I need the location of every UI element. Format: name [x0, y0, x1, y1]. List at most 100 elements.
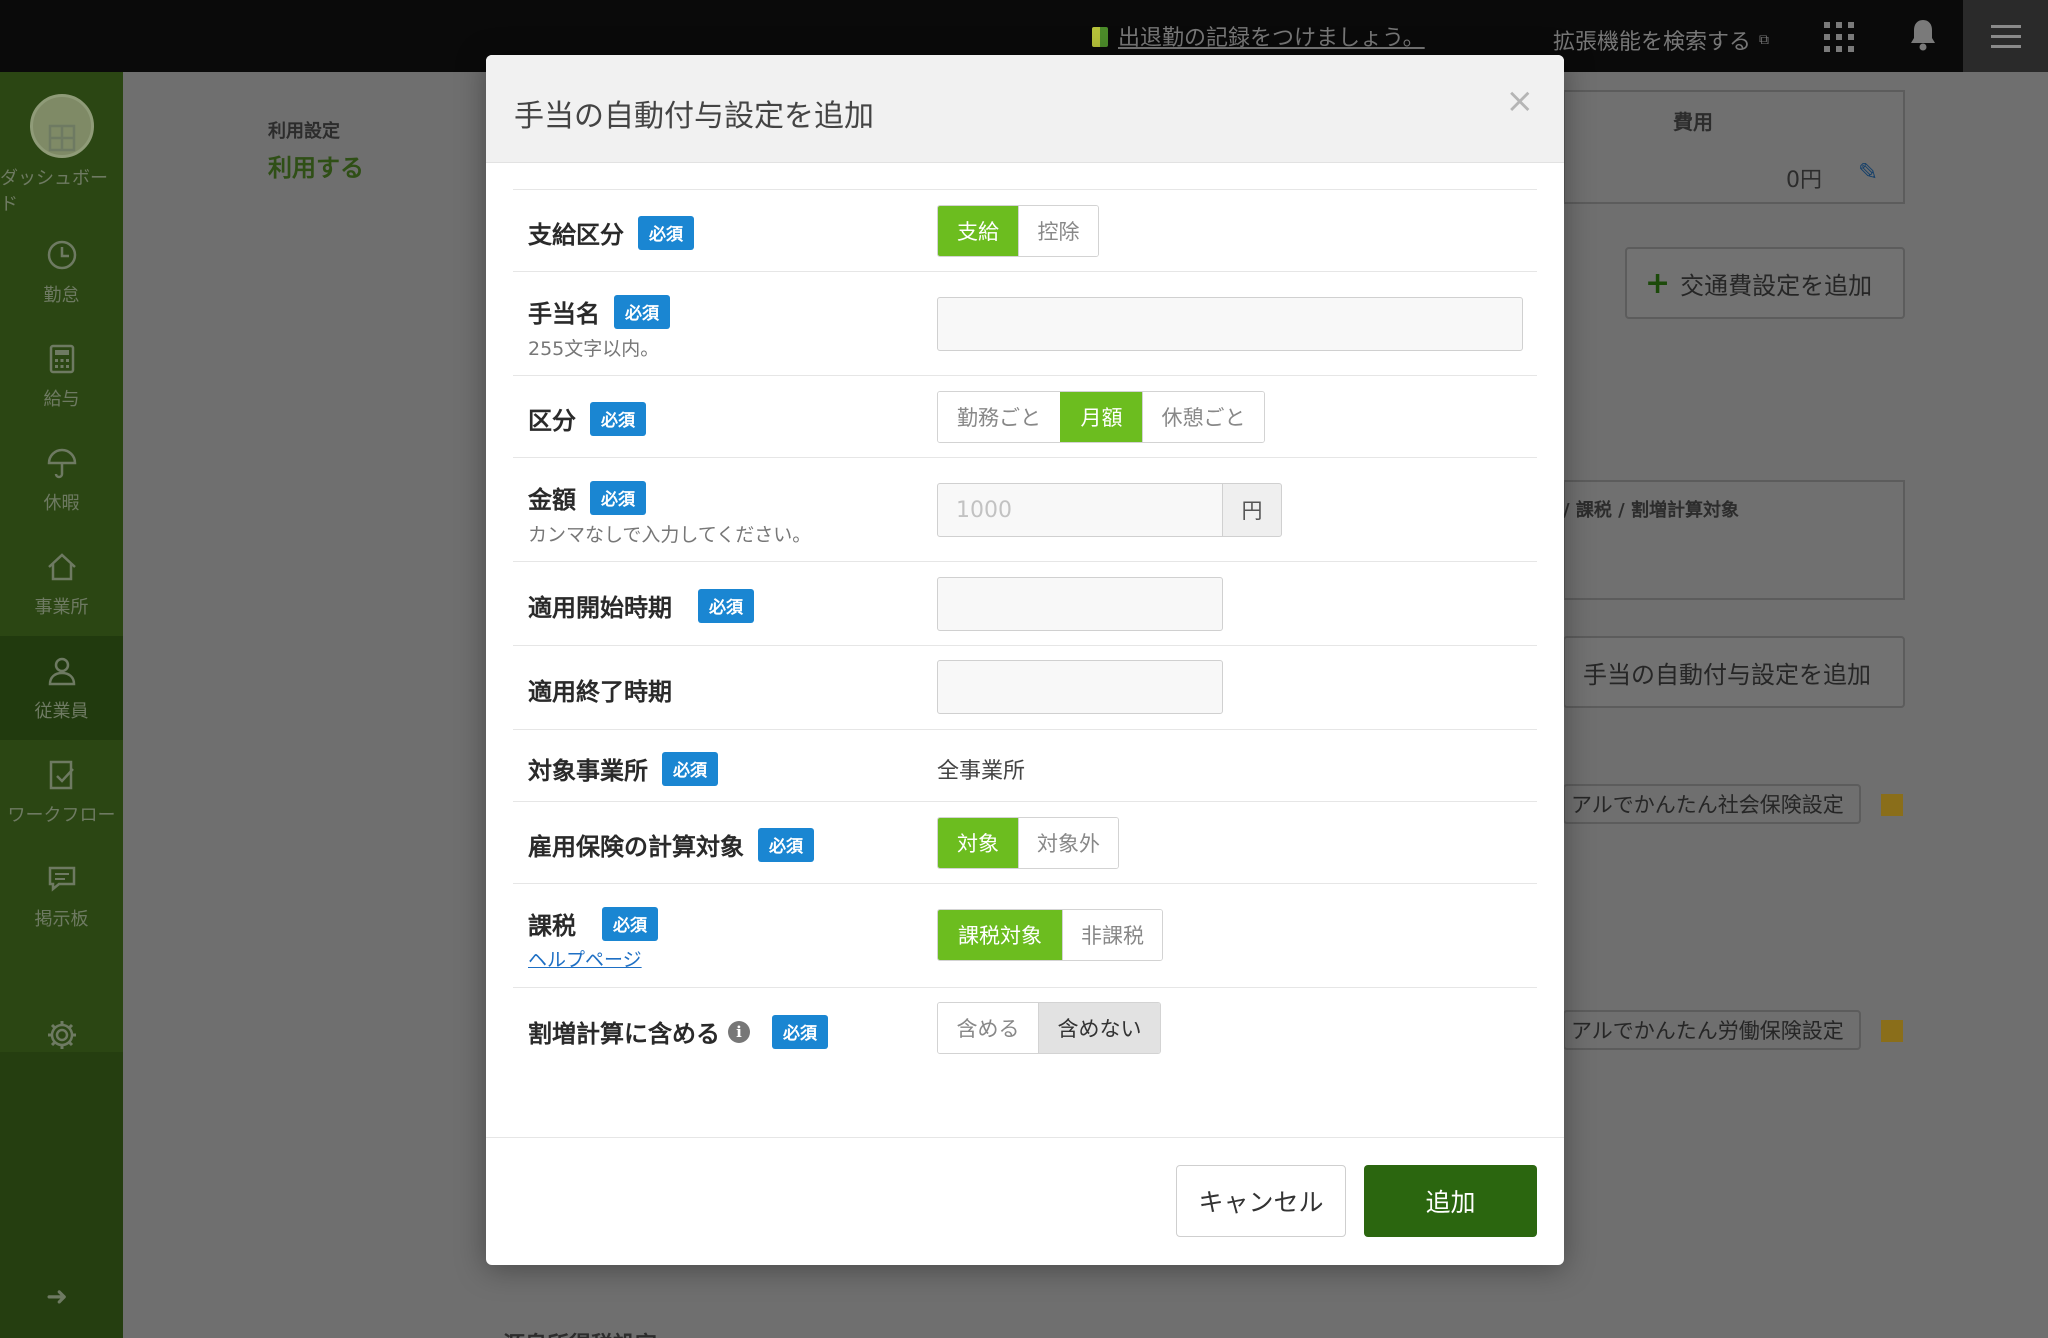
payment-type-label: 支給区分: [528, 221, 624, 249]
edit-pencil-icon[interactable]: ✎: [1858, 158, 1878, 186]
add-allowance-button-bg[interactable]: 手当の自動付与設定を追加: [1563, 636, 1905, 708]
overtime-label: 割増計算に含める: [528, 1020, 720, 1048]
collapse-sidebar-icon[interactable]: ➜: [46, 1282, 68, 1312]
labor-insurance-tag[interactable]: アルでかんたん労働保険設定: [1563, 1010, 1861, 1050]
category-option-per-shift[interactable]: 勤務ごと: [938, 392, 1060, 442]
target-offices-value: 全事業所: [937, 759, 1026, 784]
hamburger-menu-icon[interactable]: [1963, 0, 2048, 72]
usage-setting-label: 利用設定: [268, 121, 340, 142]
amount-input[interactable]: [938, 484, 1222, 536]
end-period-row: 適用終了時期: [513, 645, 1537, 729]
add-allowance-dialog: 手当の自動付与設定を追加 × 支給区分 必須 支給 控除 手当名 必須 255文…: [486, 55, 1564, 1265]
end-period-input[interactable]: [938, 661, 1222, 713]
sidebar-item-person[interactable]: 従業員: [0, 636, 123, 740]
payment-option-deduct[interactable]: 控除: [1018, 206, 1098, 256]
sidebar-item-label: 休暇: [43, 493, 80, 514]
allowance-table-header: / 課税 / 割増計算対象: [1563, 500, 1739, 521]
allowance-form: 支給区分 必須 支給 控除 手当名 必須 255文字以内。 区分 必須 勤務ごと…: [513, 189, 1537, 1071]
allowance-name-field[interactable]: [937, 297, 1523, 351]
amount-hint: カンマなしで入力してください。: [528, 524, 812, 546]
help-page-link[interactable]: ヘルプページ: [528, 945, 642, 972]
taxation-label: 課税: [528, 912, 576, 940]
overtime-option-include[interactable]: 含める: [938, 1003, 1038, 1053]
attendance-notice-link[interactable]: 出退勤の記録をつけましょう。: [1118, 20, 1425, 52]
required-badge: 必須: [590, 401, 646, 436]
info-icon[interactable]: i: [728, 1020, 750, 1043]
required-badge: 必須: [758, 827, 814, 862]
sidebar-item-calculator[interactable]: 給与: [0, 324, 123, 428]
category-option-per-break[interactable]: 休憩ごと: [1142, 392, 1264, 442]
sidebar-item-checklist[interactable]: ワークフロー: [0, 740, 123, 844]
required-badge: 必須: [590, 480, 646, 515]
extension-search-link[interactable]: 拡張機能を検索する ⧉: [1553, 24, 1769, 56]
category-toggle[interactable]: 勤務ごと 月額 休憩ごと: [937, 391, 1265, 443]
chat-icon: [44, 861, 80, 897]
umbrella-icon: [44, 445, 80, 481]
bookmark-icon[interactable]: [1881, 794, 1903, 816]
amount-label: 金額: [528, 486, 576, 514]
sidebar-item-label: 勤怠: [43, 285, 80, 306]
extension-search-label[interactable]: 拡張機能を検索する: [1553, 24, 1751, 56]
taxation-row: 課税 必須 ヘルプページ 課税対象 非課税: [513, 883, 1537, 987]
category-option-monthly[interactable]: 月額: [1060, 392, 1142, 442]
sidebar-item-label: ダッシュボード: [0, 168, 108, 215]
add-button[interactable]: 追加: [1364, 1165, 1537, 1237]
sidebar-item-dashboard[interactable]: ダッシュボード: [0, 116, 123, 220]
clock-icon: [44, 237, 80, 273]
attendance-notice[interactable]: 出退勤の記録をつけましょう。: [1092, 20, 1425, 52]
sidebar-item-umbrella[interactable]: 休暇: [0, 428, 123, 532]
target-offices-label: 対象事業所: [528, 757, 648, 785]
dashboard-icon: [44, 120, 80, 156]
cost-header: 費用: [1673, 110, 1713, 134]
overtime-option-exclude[interactable]: 含めない: [1038, 1003, 1160, 1053]
overtime-toggle[interactable]: 含める 含めない: [937, 1002, 1161, 1054]
sidebar-item-chat[interactable]: 掲示板: [0, 844, 123, 948]
add-commute-setting-button[interactable]: + 交通費設定を追加: [1625, 247, 1905, 319]
end-period-field[interactable]: [937, 660, 1223, 714]
tax-option-taxable[interactable]: 課税対象: [938, 910, 1062, 960]
start-period-row: 適用開始時期 必須: [513, 561, 1537, 645]
amount-unit: 円: [1222, 483, 1282, 537]
sidebar-item-label: ワークフロー: [7, 805, 116, 826]
add-allowance-label-bg: 手当の自動付与設定を追加: [1583, 660, 1871, 689]
checklist-icon: [44, 757, 80, 793]
notification-bell-icon[interactable]: [1908, 18, 1938, 52]
sidebar-item-label: 従業員: [34, 701, 89, 722]
usage-setting-value: 利用する: [268, 154, 364, 182]
allowance-name-hint: 255文字以内。: [528, 338, 660, 360]
required-badge: 必須: [638, 215, 694, 250]
start-period-input[interactable]: [938, 578, 1222, 630]
employment-insurance-label: 雇用保険の計算対象: [528, 833, 744, 861]
apps-grid-icon[interactable]: [1824, 22, 1854, 52]
insurance-option-target[interactable]: 対象: [938, 818, 1018, 868]
home-icon: [44, 549, 80, 585]
dialog-title: 手当の自動付与設定を追加: [514, 99, 874, 134]
taxation-toggle[interactable]: 課税対象 非課税: [937, 909, 1163, 961]
allowance-name-label: 手当名: [528, 300, 600, 328]
start-period-label: 適用開始時期: [528, 594, 672, 622]
amount-field[interactable]: [937, 483, 1223, 537]
sidebar-item-clock[interactable]: 勤怠: [0, 220, 123, 324]
payment-option-pay[interactable]: 支給: [938, 206, 1018, 256]
amount-row: 金額 必須 カンマなしで入力してください。 円: [513, 457, 1537, 561]
plus-icon: +: [1645, 265, 1671, 301]
employment-insurance-row: 雇用保険の計算対象 必須 対象 対象外: [513, 801, 1537, 883]
overtime-row: 割増計算に含める i 必須 含める 含めない: [513, 987, 1537, 1071]
gear-icon: [44, 1017, 80, 1053]
social-insurance-tag[interactable]: アルでかんたん社会保険設定: [1563, 784, 1861, 824]
employment-insurance-toggle[interactable]: 対象 対象外: [937, 817, 1119, 869]
start-period-field[interactable]: [937, 577, 1223, 631]
category-label: 区分: [528, 407, 576, 435]
required-badge: 必須: [662, 751, 718, 786]
cost-table: [1563, 90, 1905, 204]
required-badge: 必須: [614, 294, 670, 329]
payment-type-toggle[interactable]: 支給 控除: [937, 205, 1099, 257]
tax-option-nontaxable[interactable]: 非課税: [1062, 910, 1162, 960]
close-icon[interactable]: ×: [1506, 81, 1535, 121]
sidebar-item-home[interactable]: 事業所: [0, 532, 123, 636]
add-commute-setting-label: 交通費設定を追加: [1680, 271, 1873, 300]
insurance-option-excluded[interactable]: 対象外: [1018, 818, 1118, 868]
cancel-button[interactable]: キャンセル: [1176, 1165, 1346, 1237]
allowance-name-input[interactable]: [938, 298, 1522, 350]
bookmark-icon[interactable]: [1881, 1020, 1903, 1042]
